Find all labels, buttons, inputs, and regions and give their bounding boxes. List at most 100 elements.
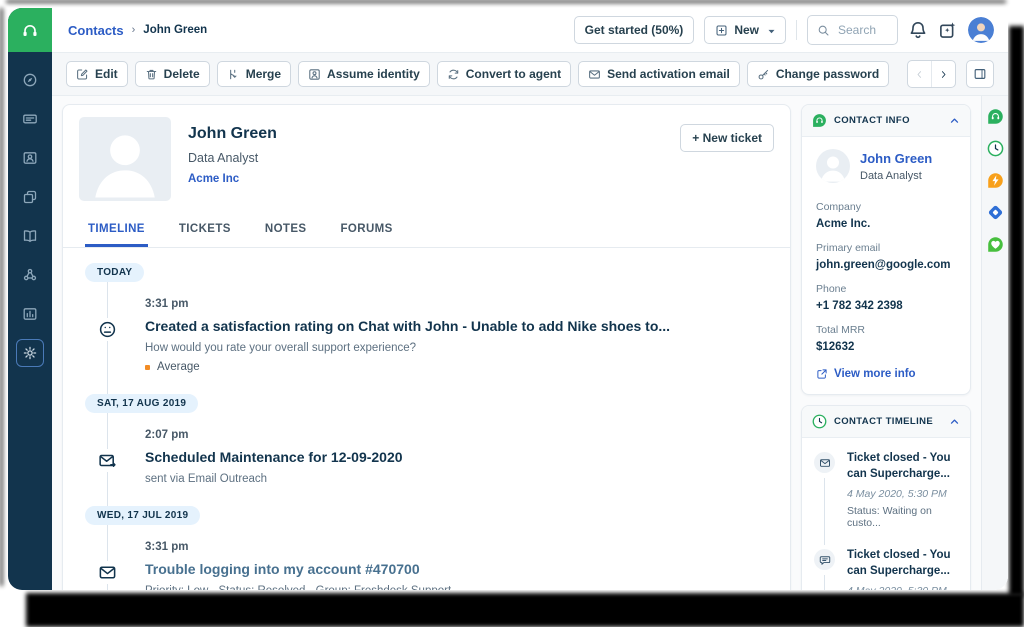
- new-button[interactable]: New: [704, 16, 786, 44]
- contact-role: Data Analyst: [188, 151, 277, 165]
- user-avatar[interactable]: [968, 17, 994, 43]
- chat-icon: [814, 549, 835, 570]
- contact-info-field: Primary email john.green@google.com: [816, 242, 956, 271]
- copy-icon: [22, 189, 38, 205]
- contact-timeline-header[interactable]: CONTACT TIMELINE: [802, 406, 970, 438]
- contact-info-header[interactable]: CONTACT INFO: [802, 105, 970, 137]
- tab-timeline[interactable]: TIMELINE: [85, 211, 148, 247]
- timeline-date-pill: TODAY: [85, 263, 144, 282]
- fd-mini-icon[interactable]: [987, 108, 1004, 125]
- clock-ring-icon[interactable]: [987, 140, 1004, 157]
- top-bar: Contacts › John Green Get started (50%) …: [52, 8, 1008, 53]
- timeline-panel: TODAY 3:31 pm Created a satisfaction rat…: [63, 248, 790, 590]
- timeline-entry-maintenance: SAT, 17 AUG 2019 2:07 pm Scheduled Maint…: [63, 393, 790, 505]
- next-record-button[interactable]: [932, 61, 955, 87]
- convert-to-agent-button[interactable]: Convert to agent: [437, 61, 571, 87]
- sidebar-item-solutions[interactable]: [16, 222, 44, 250]
- app-window: Contacts › John Green Get started (50%) …: [8, 8, 1008, 590]
- chevron-up-icon[interactable]: [949, 416, 960, 427]
- book-icon: [22, 228, 38, 244]
- timeline-title[interactable]: Created a satisfaction rating on Chat wi…: [145, 318, 770, 334]
- contact-profile: John Green Data Analyst Acme Inc + New t…: [63, 105, 790, 211]
- timeline-detail: How would you rate your overall support …: [145, 342, 770, 354]
- torn-edge-left: [0, 8, 3, 586]
- contact-info-role: Data Analyst: [860, 170, 932, 182]
- contact-timeline-entry-chat: Ticket closed - You can Supercharge... 4…: [814, 547, 960, 590]
- sidebar-item-tickets[interactable]: [16, 105, 44, 133]
- contact-timeline-title[interactable]: Ticket closed - You can Supercharge...: [847, 450, 960, 482]
- edit-icon: [76, 68, 89, 81]
- heart-drop-icon[interactable]: [987, 236, 1004, 253]
- view-more-info-link[interactable]: View more info: [816, 368, 956, 380]
- search-box[interactable]: [807, 15, 898, 45]
- sidebar-item-admin[interactable]: [16, 339, 44, 367]
- tab-tickets[interactable]: TICKETS: [176, 211, 234, 247]
- notifications-bell-icon[interactable]: [908, 20, 928, 40]
- sidebar-item-companies[interactable]: [16, 183, 44, 211]
- timeline-date-pill: SAT, 17 AUG 2019: [85, 394, 198, 413]
- breadcrumb-current: John Green: [143, 24, 207, 36]
- timeline-time: 3:31 pm: [145, 541, 770, 553]
- tab-notes[interactable]: NOTES: [262, 211, 310, 247]
- sidebar-item-forums[interactable]: [16, 261, 44, 289]
- get-started-button[interactable]: Get started (50%): [574, 16, 695, 44]
- torn-edge-top: [6, 0, 1006, 3]
- search-input[interactable]: [836, 22, 888, 38]
- contact-timeline-status: Status: Waiting on custo...: [847, 505, 960, 529]
- breadcrumb-contacts[interactable]: Contacts: [68, 23, 124, 38]
- ticket-icon: [22, 111, 38, 127]
- compass-icon: [22, 72, 38, 88]
- timeline-title[interactable]: Scheduled Maintenance for 12-09-2020: [145, 449, 770, 465]
- gear-icon: [22, 345, 38, 361]
- timeline-entry: 3:31 pm Created a satisfaction rating on…: [63, 282, 790, 393]
- sidebar-item-analytics[interactable]: [16, 300, 44, 328]
- plus-square-icon: [715, 24, 728, 37]
- timeline-time: 3:31 pm: [145, 298, 770, 310]
- search-icon: [817, 24, 830, 37]
- change-password-button[interactable]: Change password: [747, 61, 889, 87]
- tab-forums[interactable]: FORUMS: [338, 211, 396, 247]
- rating-bullet: [145, 365, 150, 370]
- delete-button[interactable]: Delete: [135, 61, 210, 87]
- contact-timeline-title[interactable]: Ticket closed - You can Supercharge...: [847, 547, 960, 579]
- timeline-time: 2:07 pm: [145, 429, 770, 441]
- contact-card-icon: [22, 150, 38, 166]
- timeline-entry-ticket: WED, 17 JUL 2019 3:31 pm Trouble logging…: [63, 505, 790, 590]
- chevron-up-icon[interactable]: [949, 115, 960, 126]
- contact-info-avatar: [816, 149, 850, 183]
- contact-tabs: TIMELINE TICKETS NOTES FORUMS: [63, 211, 790, 248]
- edit-button[interactable]: Edit: [66, 61, 128, 87]
- right-column: CONTACT INFO John Green Data Analyst: [801, 104, 971, 590]
- contact-timeline-entry-email: Ticket closed - You can Supercharge... 4…: [814, 450, 960, 547]
- envelope-icon: [814, 452, 835, 473]
- timeline-title[interactable]: Trouble logging into my account #470700: [145, 561, 770, 577]
- sidebar-item-contacts[interactable]: [16, 144, 44, 172]
- whats-new-sparkle-icon[interactable]: [938, 20, 958, 40]
- record-pager: [907, 60, 956, 88]
- collapse-panel-button[interactable]: [966, 60, 994, 88]
- bolt-drop-icon[interactable]: [987, 172, 1004, 189]
- contact-info-field: Total MRR $12632: [816, 324, 956, 353]
- sidebar-item-dashboard[interactable]: [16, 66, 44, 94]
- timeline-entry: 3:31 pm Trouble logging into my account …: [63, 525, 790, 590]
- envelope-icon: [96, 561, 119, 584]
- apps-rail: [981, 96, 1008, 590]
- content-area: John Green Data Analyst Acme Inc + New t…: [52, 96, 1008, 590]
- freshdesk-logo[interactable]: [8, 8, 52, 52]
- merge-icon: [227, 68, 240, 81]
- contact-company-link[interactable]: Acme Inc: [188, 173, 277, 185]
- contact-info-panel: CONTACT INFO John Green Data Analyst: [801, 104, 971, 395]
- contact-timeline-date: 4 May 2020, 5:30 PM: [847, 488, 960, 500]
- left-sidebar: [8, 8, 52, 590]
- contact-info-name[interactable]: John Green: [860, 151, 932, 166]
- send-activation-email-button[interactable]: Send activation email: [578, 61, 740, 87]
- new-ticket-button[interactable]: + New ticket: [680, 124, 774, 152]
- timeline-entry: 2:07 pm Scheduled Maintenance for 12-09-…: [63, 413, 790, 505]
- diamond-app-icon[interactable]: [987, 204, 1004, 221]
- contact-toolbar: Edit Delete Merge Assume identity: [52, 53, 1008, 96]
- merge-button[interactable]: Merge: [217, 61, 291, 87]
- assume-identity-button[interactable]: Assume identity: [298, 61, 430, 87]
- timeline-rating: Average: [145, 361, 770, 373]
- email-sent-icon: [96, 449, 119, 472]
- previous-record-button[interactable]: [908, 61, 932, 87]
